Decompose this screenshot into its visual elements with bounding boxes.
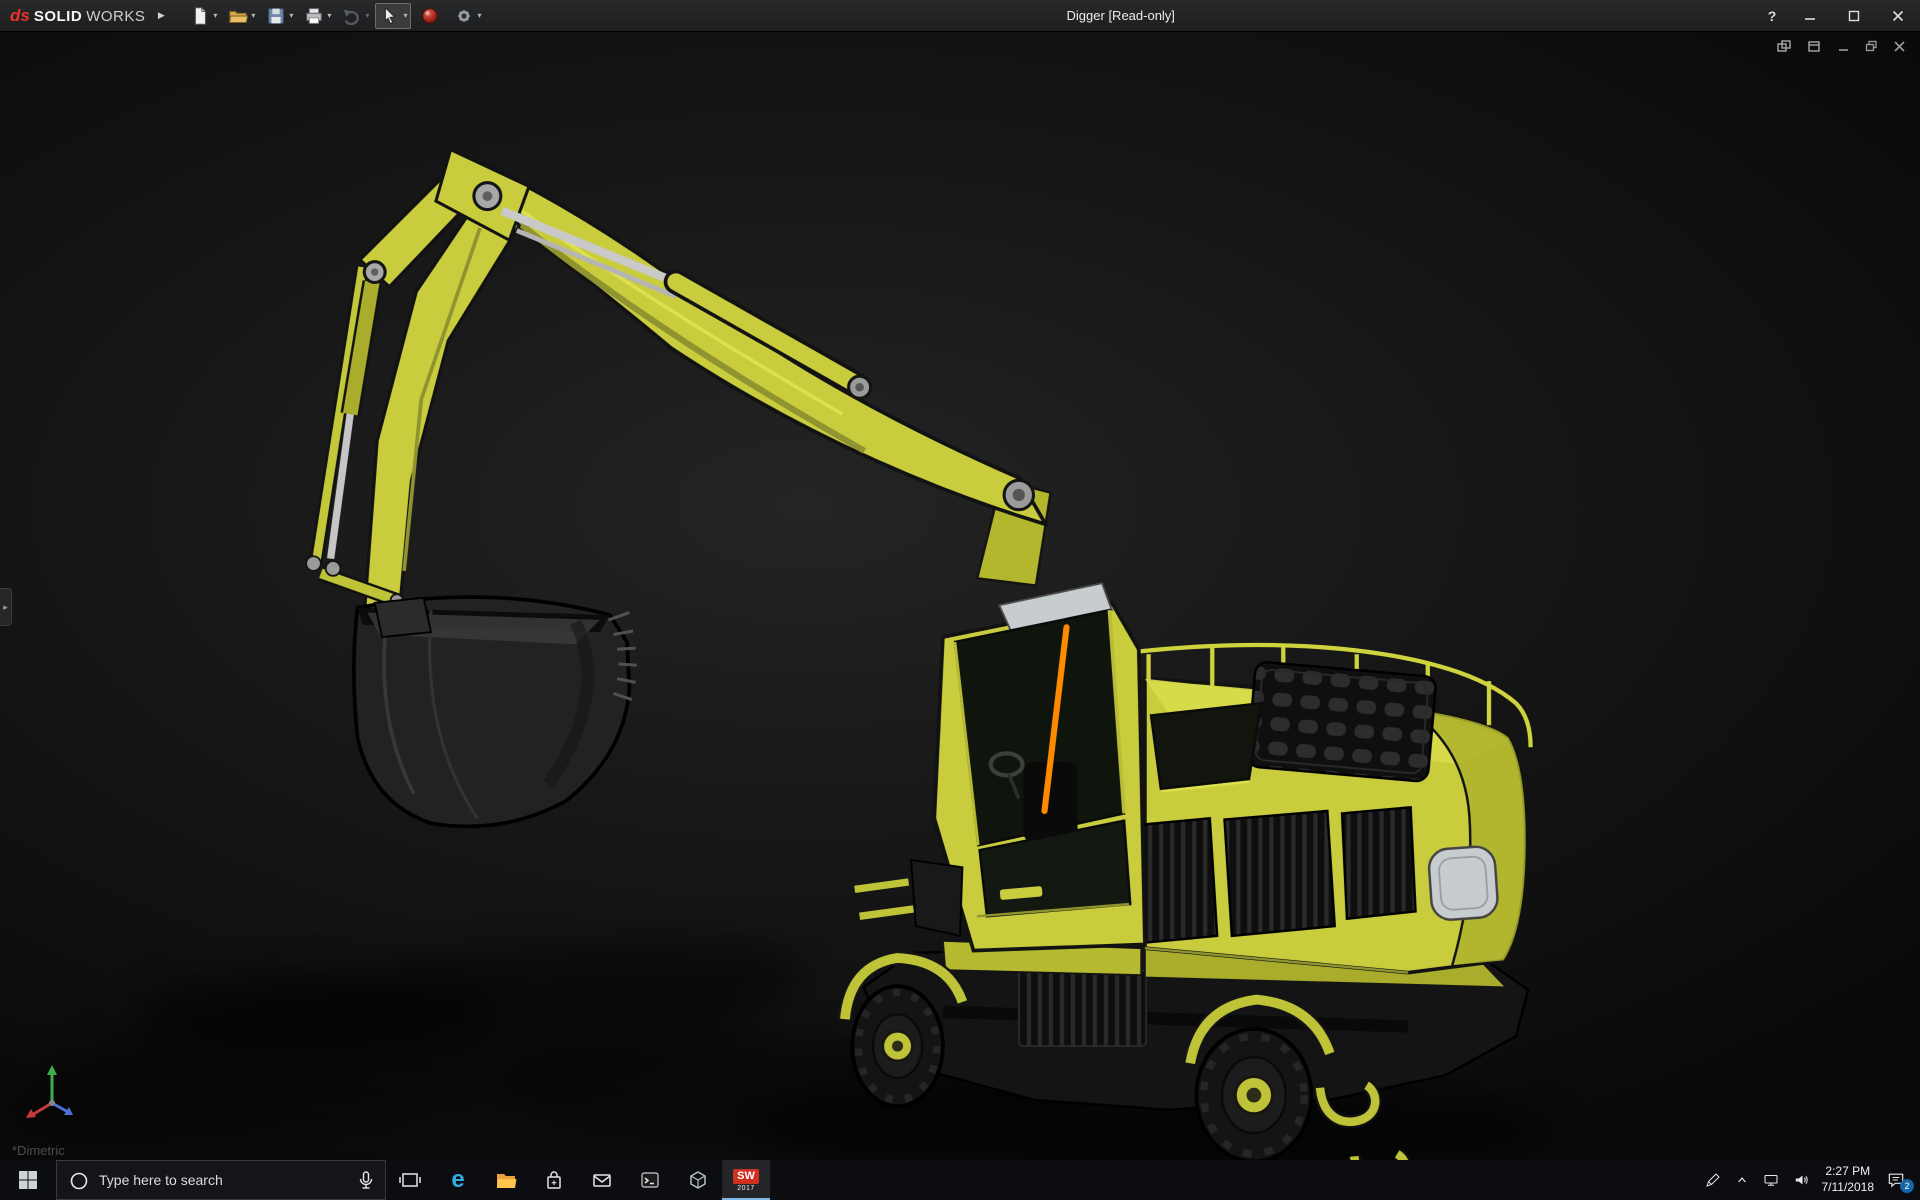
file-explorer-icon bbox=[494, 1168, 518, 1192]
new-document-icon bbox=[189, 5, 211, 27]
options-gear-icon bbox=[453, 5, 475, 27]
bucket bbox=[354, 597, 637, 826]
dropdown-caret: ▾ bbox=[477, 11, 481, 20]
reference-triad bbox=[22, 1057, 86, 1126]
hidden-icons-chevron[interactable] bbox=[1734, 1172, 1750, 1188]
maximize-button[interactable] bbox=[1832, 0, 1876, 32]
excavator-3d-model[interactable] bbox=[0, 32, 1920, 1160]
sw-icon-text: SW bbox=[733, 1169, 759, 1184]
dropdown-caret: ▾ bbox=[365, 11, 369, 20]
close-button[interactable] bbox=[1876, 0, 1920, 32]
title-bar: ds SOLID WORKS ▶ ▾ ▾ bbox=[0, 0, 1920, 32]
appearance-button[interactable] bbox=[413, 3, 447, 29]
boom bbox=[473, 164, 1046, 524]
solidworks-window: ds SOLID WORKS ▶ ▾ ▾ bbox=[0, 0, 1920, 1200]
mail-button[interactable] bbox=[578, 1160, 626, 1200]
print-icon bbox=[303, 5, 325, 27]
save-icon bbox=[265, 5, 287, 27]
mail-icon bbox=[590, 1168, 614, 1192]
sw-icon-year: 2017 bbox=[737, 1185, 755, 1192]
maximize-icon bbox=[1848, 10, 1860, 22]
windows-ink-icon[interactable] bbox=[1704, 1171, 1722, 1189]
cube-icon bbox=[686, 1168, 710, 1192]
command-prompt-button[interactable] bbox=[626, 1160, 674, 1200]
select-cursor-icon bbox=[379, 5, 401, 27]
help-button[interactable]: ? bbox=[1756, 0, 1788, 32]
windows-logo-icon bbox=[18, 1170, 38, 1190]
select-tool-button[interactable]: ▾ bbox=[375, 3, 411, 29]
brand-solid: SOLID bbox=[34, 8, 82, 25]
side-grille bbox=[1224, 811, 1334, 936]
doc-cascade-button[interactable] bbox=[1777, 40, 1792, 53]
start-button[interactable] bbox=[0, 1160, 56, 1200]
menu-expand-arrow[interactable]: ▶ bbox=[151, 4, 171, 28]
solidworks-app-icon: SW 2017 bbox=[733, 1169, 759, 1192]
windows-taskbar: e bbox=[0, 1160, 1920, 1200]
minimize-icon bbox=[1804, 10, 1816, 22]
window-controls: ? bbox=[1756, 0, 1920, 32]
edge-icon: e bbox=[451, 1168, 464, 1192]
appearance-sphere-icon bbox=[419, 5, 441, 27]
dropdown-caret: ▾ bbox=[289, 11, 293, 20]
solidworks-logo: ds SOLID WORKS bbox=[0, 6, 151, 26]
store-icon bbox=[542, 1168, 566, 1192]
dropdown-caret: ▾ bbox=[403, 11, 407, 20]
quick-access-toolbar: ▾ ▾ ▾ bbox=[171, 3, 485, 29]
rear-panel bbox=[1428, 845, 1499, 920]
graphics-viewport[interactable]: ▸ *Dimetric bbox=[0, 32, 1920, 1160]
doc-minimize-button[interactable] bbox=[1837, 40, 1850, 53]
close-icon bbox=[1892, 10, 1904, 22]
taskbar-clock[interactable]: 2:27 PM 7/11/2018 bbox=[1822, 1164, 1875, 1195]
engine-grille bbox=[1247, 661, 1437, 782]
save-button[interactable]: ▾ bbox=[261, 3, 297, 29]
taskbar-apps: e bbox=[386, 1160, 770, 1200]
open-button[interactable]: ▾ bbox=[223, 3, 259, 29]
minimize-button[interactable] bbox=[1788, 0, 1832, 32]
action-center-button[interactable]: 2 bbox=[1886, 1170, 1910, 1190]
search-input[interactable] bbox=[57, 1161, 385, 1199]
notification-badge: 2 bbox=[1900, 1179, 1914, 1193]
print-button[interactable]: ▾ bbox=[299, 3, 335, 29]
cortana-icon bbox=[69, 1171, 89, 1196]
brand-works: WORKS bbox=[86, 8, 145, 25]
document-window-controls bbox=[1777, 40, 1906, 53]
3d-builder-button[interactable] bbox=[674, 1160, 722, 1200]
deck-glass bbox=[1151, 703, 1261, 789]
document-title: Digger [Read-only] bbox=[485, 8, 1756, 23]
doc-tile-button[interactable] bbox=[1807, 40, 1822, 53]
network-icon[interactable] bbox=[1762, 1171, 1780, 1189]
task-view-button[interactable] bbox=[386, 1160, 434, 1200]
command-prompt-icon bbox=[638, 1168, 662, 1192]
mirror bbox=[999, 885, 1044, 901]
undo-icon bbox=[341, 5, 363, 27]
task-view-icon bbox=[398, 1168, 422, 1192]
dropdown-caret: ▾ bbox=[327, 11, 331, 20]
clock-date: 7/11/2018 bbox=[1822, 1180, 1875, 1196]
view-orientation-label: *Dimetric bbox=[12, 1143, 65, 1158]
taskbar-search[interactable] bbox=[56, 1160, 386, 1200]
dropdown-caret: ▾ bbox=[251, 11, 255, 20]
edge-button[interactable]: e bbox=[434, 1160, 482, 1200]
microphone-icon[interactable] bbox=[357, 1170, 375, 1197]
taskbar-spacer bbox=[770, 1160, 1698, 1200]
side-grille bbox=[1342, 807, 1415, 918]
volume-icon[interactable] bbox=[1792, 1171, 1810, 1189]
ds-logo-icon: ds bbox=[10, 6, 30, 26]
options-button[interactable]: ▾ bbox=[449, 3, 485, 29]
system-tray: 2:27 PM 7/11/2018 2 bbox=[1698, 1160, 1920, 1200]
boom-cylinder bbox=[502, 211, 857, 385]
cab bbox=[934, 583, 1145, 950]
file-explorer-button[interactable] bbox=[482, 1160, 530, 1200]
doc-restore-button[interactable] bbox=[1865, 40, 1878, 53]
dropdown-caret: ▾ bbox=[213, 11, 217, 20]
clock-time: 2:27 PM bbox=[1822, 1164, 1875, 1180]
doc-close-button[interactable] bbox=[1893, 40, 1906, 53]
store-button[interactable] bbox=[530, 1160, 578, 1200]
solidworks-2017-button[interactable]: SW 2017 bbox=[722, 1160, 770, 1200]
new-document-button[interactable]: ▾ bbox=[185, 3, 221, 29]
open-folder-icon bbox=[227, 5, 249, 27]
engine-housing bbox=[1104, 645, 1530, 973]
undo-button[interactable]: ▾ bbox=[337, 3, 373, 29]
panel-flyout-arrow[interactable]: ▸ bbox=[0, 588, 12, 626]
